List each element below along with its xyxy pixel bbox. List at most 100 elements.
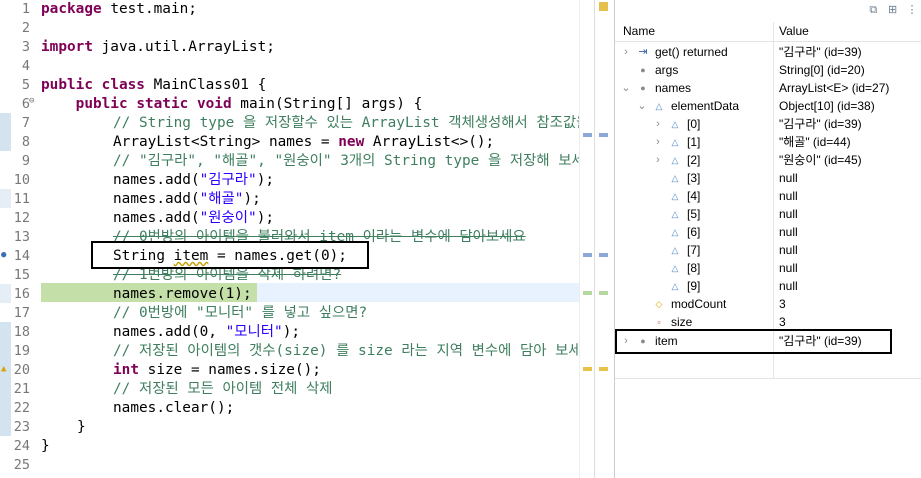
variable-name: elementData <box>671 99 740 113</box>
editor-side-scrollbar[interactable] <box>594 0 615 478</box>
code-editor[interactable]: 1 2 3 4 5 6 7 8 9 10 11 12 13 14 15 16 1… <box>0 0 594 478</box>
variable-row-index-9[interactable]: △ [9] null <box>615 277 921 295</box>
variable-row-modcount[interactable]: ◇ modCount 3 <box>615 295 921 313</box>
variable-name: [6] <box>687 225 701 239</box>
variable-row-index-7[interactable]: △ [7] null <box>615 241 921 259</box>
field-icon: △ <box>671 191 679 201</box>
code-line-22: names.clear(); <box>113 400 235 416</box>
variable-name: get() returned <box>655 45 728 59</box>
variable-row-index-6[interactable]: △ [6] null <box>615 223 921 241</box>
variable-name: [7] <box>687 243 701 257</box>
variable-value: null <box>779 279 798 293</box>
column-header-value[interactable]: Value <box>779 22 809 41</box>
variables-toolbar: ⧉ ⊞ ⋮ <box>865 2 920 20</box>
column-header-name[interactable]: Name <box>623 22 655 41</box>
line-number: 22 <box>13 400 30 416</box>
ruler-mark[interactable] <box>599 133 608 137</box>
variable-name: [2] <box>687 153 701 167</box>
variable-row-elementdata[interactable]: ⌄ △ elementData Object[10] (id=38) <box>615 97 921 115</box>
line-number: 6 <box>21 96 30 112</box>
protected-field-icon: ◇ <box>655 299 663 309</box>
ruler-mark[interactable] <box>599 291 608 295</box>
variable-value: Object[10] (id=38) <box>779 99 875 113</box>
field-icon: △ <box>671 173 679 183</box>
code-line-21: // 저장된 모든 아이템 전체 삭제 <box>113 381 333 397</box>
ruler-mark[interactable] <box>583 367 592 371</box>
warning-icon: ▲ <box>1 364 7 374</box>
field-icon: △ <box>671 263 679 273</box>
variable-row-index-5[interactable]: △ [5] null <box>615 205 921 223</box>
variable-row-index-2[interactable]: › △ [2] "원숭이" (id=45) <box>615 151 921 169</box>
breakpoint-icon[interactable]: ● <box>1 250 6 260</box>
line-number: 18 <box>13 324 30 340</box>
line-number: 4 <box>21 58 30 74</box>
variable-name: [8] <box>687 261 701 275</box>
variable-row-index-8[interactable]: △ [8] null <box>615 259 921 277</box>
variable-name: [4] <box>687 189 701 203</box>
current-line-highlight <box>257 283 579 302</box>
ruler-mark[interactable] <box>583 133 592 137</box>
line-number: 14 <box>13 248 30 264</box>
ruler-mark[interactable] <box>599 367 608 371</box>
field-icon: △ <box>671 137 679 147</box>
collapse-icon[interactable]: ⌄ <box>637 97 647 115</box>
return-value-icon: ⇥ <box>638 46 648 58</box>
line-number: 21 <box>13 381 30 397</box>
expand-icon[interactable]: › <box>653 115 663 133</box>
variable-value: null <box>779 189 798 203</box>
annotation-box-line-14 <box>91 241 369 269</box>
show-type-names-icon[interactable]: ⊞ <box>885 2 901 18</box>
local-variable-icon: ● <box>640 83 646 93</box>
line-number: 16 <box>13 286 30 302</box>
line-number: 2 <box>21 20 30 36</box>
fold-toggle-icon[interactable]: ⊖ <box>29 96 34 106</box>
line-number: 13 <box>13 229 30 245</box>
code-line-7: // String type 을 저장할수 있는 ArrayList 객체생성해… <box>113 115 590 131</box>
expand-icon[interactable]: › <box>653 133 663 151</box>
line-number: 10 <box>13 172 30 188</box>
warning-marker[interactable] <box>599 2 608 11</box>
line-number: 8 <box>21 134 30 150</box>
collapse-all-icon[interactable]: ⧉ <box>865 2 881 18</box>
ruler-mark[interactable] <box>583 291 592 295</box>
variable-row-index-1[interactable]: › △ [1] "해골" (id=44) <box>615 133 921 151</box>
code-line-1: package test.main; <box>41 1 197 17</box>
variable-name: modCount <box>671 297 727 311</box>
variable-row-names[interactable]: ⌄ ● names ArrayList<E> (id=27) <box>615 79 921 97</box>
variable-row-index-0[interactable]: › △ [0] "김구라" (id=39) <box>615 115 921 133</box>
code-line-16: names.remove(1); <box>113 286 252 302</box>
line-number: 23 <box>13 419 30 435</box>
expand-icon[interactable]: › <box>653 151 663 169</box>
line-number: 12 <box>13 210 30 226</box>
line-number: 11 <box>13 191 30 207</box>
ruler-mark[interactable] <box>583 253 592 257</box>
overview-ruler[interactable] <box>579 0 594 478</box>
expand-icon[interactable]: › <box>621 43 631 61</box>
variable-row-get-returned[interactable]: › ⇥ get() returned "김구라" (id=39) <box>615 43 921 61</box>
line-number: 24 <box>13 438 30 454</box>
variable-value: "김구라" (id=39) <box>779 117 862 131</box>
line-number: 3 <box>21 39 30 55</box>
code-line-20: int size = names.size(); <box>113 362 321 378</box>
variable-value: "해골" (id=44) <box>779 135 851 149</box>
variable-value: null <box>779 207 798 221</box>
variable-value: null <box>779 243 798 257</box>
ruler-mark[interactable] <box>599 253 608 257</box>
variable-row-args[interactable]: ● args String[0] (id=20) <box>615 61 921 79</box>
view-menu-icon[interactable]: ⋮ <box>904 2 920 18</box>
field-icon: △ <box>671 119 679 129</box>
field-icon: △ <box>671 209 679 219</box>
variable-name: names <box>655 81 692 95</box>
code-line-12: names.add("원숭이"); <box>113 210 275 226</box>
field-icon: △ <box>671 245 679 255</box>
variable-row-index-4[interactable]: △ [4] null <box>615 187 921 205</box>
line-number: 19 <box>13 343 30 359</box>
field-icon: △ <box>671 281 679 291</box>
field-icon: △ <box>655 101 663 111</box>
variable-row-index-3[interactable]: △ [3] null <box>615 169 921 187</box>
collapse-icon[interactable]: ⌄ <box>621 79 631 97</box>
variable-value: "김구라" (id=39) <box>779 45 862 59</box>
code-line-6: public static void main(String[] args) { <box>75 96 423 112</box>
variable-name: [9] <box>687 279 701 293</box>
variable-value: null <box>779 171 798 185</box>
